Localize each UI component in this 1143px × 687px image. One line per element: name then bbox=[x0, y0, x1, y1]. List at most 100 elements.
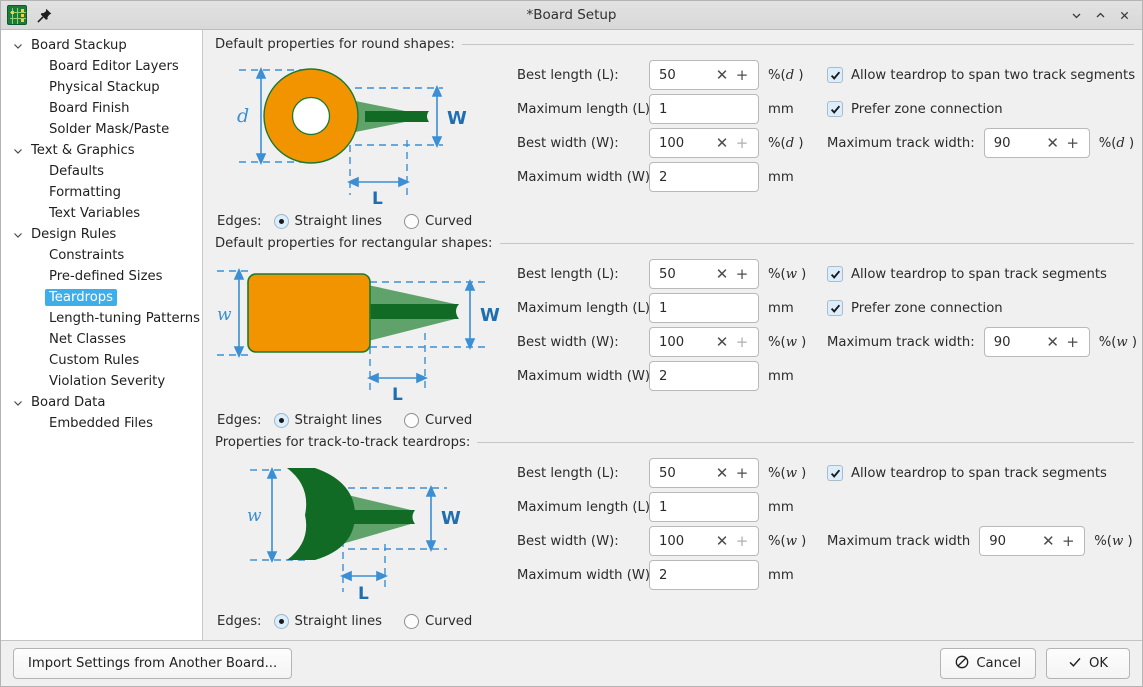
checkbox-indicator bbox=[827, 300, 843, 316]
rect-maximum-length-input[interactable]: 1 bbox=[649, 293, 759, 323]
sidebar-item-board-stackup[interactable]: Board Stackup bbox=[1, 35, 202, 56]
cross-icon[interactable]: ✕ bbox=[712, 64, 732, 86]
track-edges-straight-radio[interactable]: Straight lines bbox=[273, 614, 382, 629]
dim-label-w: w bbox=[247, 506, 262, 526]
edges-label: Edges: bbox=[217, 413, 262, 428]
field-value: 100 bbox=[659, 533, 685, 549]
sidebar-item-text-variables[interactable]: Text Variables bbox=[1, 203, 202, 224]
chevron-down-icon[interactable] bbox=[9, 142, 27, 160]
track-best-length-row: Best length (L): 50 ✕ + %(w ) bbox=[517, 456, 827, 490]
ok-label: OK bbox=[1088, 656, 1109, 671]
track-best-length-input[interactable]: 50 ✕ + bbox=[649, 458, 759, 488]
minimize-button[interactable] bbox=[1065, 4, 1087, 26]
sidebar-item-violation-severity[interactable]: Violation Severity bbox=[1, 371, 202, 392]
round-maximum-length-input[interactable]: 1 bbox=[649, 94, 759, 124]
rect-best-width-input[interactable]: 100 ✕ + bbox=[649, 327, 759, 357]
dim-label-W: W bbox=[480, 305, 500, 326]
sidebar-item-length-tuning-patterns[interactable]: Length-tuning Patterns bbox=[1, 308, 202, 329]
rect-maximum-width-input[interactable]: 2 bbox=[649, 361, 759, 391]
round-best-length-input[interactable]: 50 ✕ + bbox=[649, 60, 759, 90]
chevron-down-icon[interactable] bbox=[9, 37, 27, 55]
round-span-checkbox[interactable]: Allow teardrop to span two track segment… bbox=[827, 58, 1138, 92]
cross-icon[interactable]: ✕ bbox=[712, 462, 732, 484]
sidebar-item-formatting[interactable]: Formatting bbox=[1, 182, 202, 203]
round-zone-checkbox[interactable]: Prefer zone connection bbox=[827, 92, 1138, 126]
sidebar-item-embedded-files[interactable]: Embedded Files bbox=[1, 413, 202, 434]
cross-icon[interactable]: ✕ bbox=[1043, 132, 1063, 154]
track-edges-row: Edges: Straight lines Curved bbox=[215, 614, 505, 629]
sidebar-item-physical-stackup[interactable]: Physical Stackup bbox=[1, 77, 202, 98]
round-edges-straight-radio[interactable]: Straight lines bbox=[273, 214, 382, 229]
sidebar-item-board-finish[interactable]: Board Finish bbox=[1, 98, 202, 119]
track-max-track-width-input[interactable]: 90 ✕ + bbox=[979, 526, 1086, 556]
plus-icon[interactable]: + bbox=[732, 263, 752, 285]
track-maximum-length-input[interactable]: 1 bbox=[649, 492, 759, 522]
no-entry-icon bbox=[955, 655, 969, 673]
rect-maximum-length-row: Maximum length (L): 1 mm bbox=[517, 291, 827, 325]
settings-tree[interactable]: Board Stackup Board Editor Layers Physic… bbox=[1, 30, 203, 640]
chevron-down-icon[interactable] bbox=[9, 226, 27, 244]
plus-icon[interactable]: + bbox=[732, 132, 752, 154]
plus-icon[interactable]: + bbox=[1063, 331, 1083, 353]
plus-icon[interactable]: + bbox=[732, 530, 752, 552]
window-title: *Board Setup bbox=[526, 7, 617, 23]
sidebar-item-solder-mask-paste[interactable]: Solder Mask/Paste bbox=[1, 119, 202, 140]
maximize-button[interactable] bbox=[1089, 4, 1111, 26]
rect-section-header: Default properties for rectangular shape… bbox=[211, 229, 1138, 253]
sidebar-item-net-classes[interactable]: Net Classes bbox=[1, 329, 202, 350]
plus-icon[interactable]: + bbox=[732, 462, 752, 484]
field-unit: %(w ) bbox=[768, 533, 807, 549]
rect-edges-curved-radio[interactable]: Curved bbox=[404, 413, 472, 428]
close-button[interactable] bbox=[1113, 4, 1135, 26]
rect-pad-teardrop-diagram: w W L Edges: Straight lines Curved bbox=[215, 257, 505, 428]
rect-edges-straight-radio[interactable]: Straight lines bbox=[273, 413, 382, 428]
track-maximum-width-input[interactable]: 2 bbox=[649, 560, 759, 590]
plus-icon[interactable]: + bbox=[732, 64, 752, 86]
field-unit: mm bbox=[768, 300, 794, 316]
sidebar-item-board-editor-layers[interactable]: Board Editor Layers bbox=[1, 56, 202, 77]
round-best-width-input[interactable]: 100 ✕ + bbox=[649, 128, 759, 158]
cross-icon[interactable]: ✕ bbox=[712, 132, 732, 154]
track-best-width-input[interactable]: 100 ✕ + bbox=[649, 526, 759, 556]
sidebar-item-defaults[interactable]: Defaults bbox=[1, 161, 202, 182]
cross-icon[interactable]: ✕ bbox=[712, 263, 732, 285]
track-fields: Best length (L): 50 ✕ + %(w ) Maximum le… bbox=[505, 456, 1138, 629]
import-settings-button[interactable]: Import Settings from Another Board... bbox=[13, 648, 293, 679]
round-max-track-width-input[interactable]: 90 ✕ + bbox=[983, 128, 1090, 158]
checkbox-label: Allow teardrop to span two track segment… bbox=[851, 67, 1136, 83]
radio-indicator bbox=[273, 214, 289, 229]
plus-icon[interactable]: + bbox=[1063, 132, 1083, 154]
cross-icon[interactable]: ✕ bbox=[1038, 530, 1058, 552]
rect-best-length-input[interactable]: 50 ✕ + bbox=[649, 259, 759, 289]
sidebar-item-custom-rules[interactable]: Custom Rules bbox=[1, 350, 202, 371]
field-label: Best length (L): bbox=[517, 266, 619, 282]
pin-icon[interactable] bbox=[36, 7, 53, 24]
rect-zone-checkbox[interactable]: Prefer zone connection bbox=[827, 291, 1138, 325]
track-max-track-width-row: Maximum track width 90 ✕ + %(w ) bbox=[827, 524, 1138, 558]
checkbox-label: Allow teardrop to span track segments bbox=[851, 465, 1107, 481]
plus-icon[interactable]: + bbox=[732, 331, 752, 353]
track-span-checkbox[interactable]: Allow teardrop to span track segments bbox=[827, 456, 1138, 490]
sidebar-item-pre-defined-sizes[interactable]: Pre-defined Sizes bbox=[1, 266, 202, 287]
sidebar-item-board-data[interactable]: Board Data bbox=[1, 392, 202, 413]
cancel-button[interactable]: Cancel bbox=[940, 648, 1036, 679]
chevron-down-icon[interactable] bbox=[9, 394, 27, 412]
cross-icon[interactable]: ✕ bbox=[1043, 331, 1063, 353]
plus-icon[interactable]: + bbox=[1058, 530, 1078, 552]
track-edges-curved-radio[interactable]: Curved bbox=[404, 614, 472, 629]
cross-icon[interactable]: ✕ bbox=[712, 530, 732, 552]
round-maximum-width-input[interactable]: 2 bbox=[649, 162, 759, 192]
teardrops-panel: Default properties for round shapes: d W… bbox=[203, 30, 1142, 640]
sidebar-item-constraints[interactable]: Constraints bbox=[1, 245, 202, 266]
sidebar-item-label: Physical Stackup bbox=[49, 80, 160, 95]
sidebar-item-text-and-graphics[interactable]: Text & Graphics bbox=[1, 140, 202, 161]
rect-span-checkbox[interactable]: Allow teardrop to span track segments bbox=[827, 257, 1138, 291]
sidebar-item-teardrops[interactable]: Teardrops bbox=[1, 287, 202, 308]
rect-max-track-width-input[interactable]: 90 ✕ + bbox=[983, 327, 1090, 357]
ok-button[interactable]: OK bbox=[1046, 648, 1130, 679]
sidebar-item-design-rules[interactable]: Design Rules bbox=[1, 224, 202, 245]
round-edges-curved-radio[interactable]: Curved bbox=[404, 214, 472, 229]
field-label: Maximum length (L): bbox=[517, 101, 655, 117]
cross-icon[interactable]: ✕ bbox=[712, 331, 732, 353]
sidebar-item-label: Embedded Files bbox=[49, 416, 154, 431]
